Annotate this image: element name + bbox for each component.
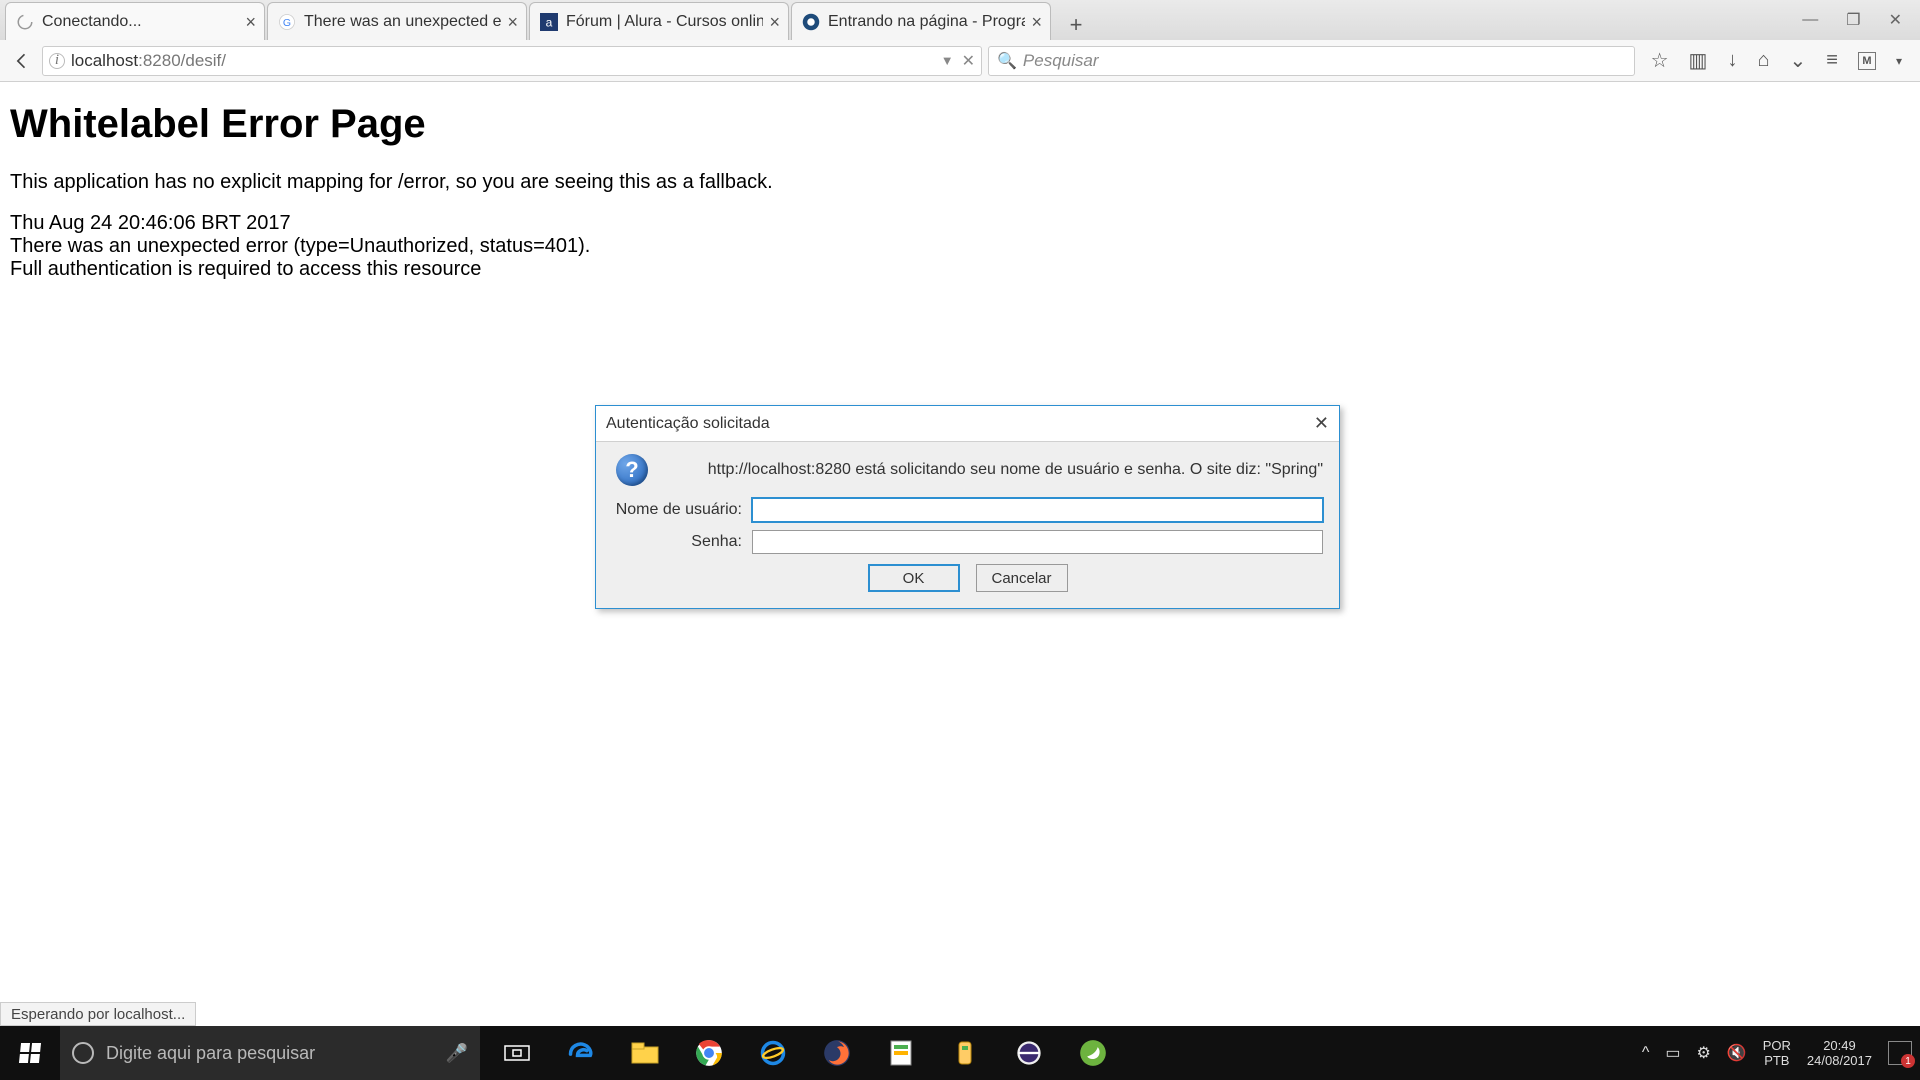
arrow-left-icon [12, 51, 32, 71]
maximize-icon[interactable]: ❐ [1846, 10, 1860, 30]
password-input[interactable] [752, 530, 1323, 554]
cancel-button[interactable]: Cancelar [976, 564, 1068, 592]
library-icon[interactable]: ▥ [1689, 48, 1708, 73]
chevron-down-icon[interactable]: ▾ [1896, 54, 1902, 68]
browser-tab[interactable]: G There was an unexpected err × [267, 2, 527, 40]
bookmark-star-icon[interactable]: ☆ [1651, 48, 1669, 73]
username-input[interactable] [752, 498, 1323, 522]
addon-m-icon[interactable]: M [1858, 52, 1876, 70]
ie-icon[interactable] [756, 1036, 790, 1070]
dialog-title: Autenticação solicitada [606, 415, 770, 433]
page-content: Whitelabel Error Page This application h… [0, 82, 1920, 291]
taskbar-search[interactable]: Digite aqui para pesquisar 🎤 [60, 1026, 480, 1080]
home-icon[interactable]: ⌂ [1757, 49, 1769, 72]
url-text: localhost:8280/desif/ [71, 51, 226, 71]
close-icon[interactable]: × [769, 13, 780, 31]
clear-icon[interactable]: ✕ [962, 51, 975, 71]
password-label: Senha: [612, 533, 742, 551]
taskbar-search-placeholder: Digite aqui para pesquisar [106, 1043, 315, 1064]
svg-text:a: a [546, 15, 553, 29]
info-icon[interactable]: i [49, 53, 65, 69]
search-box[interactable]: 🔍 Pesquisar [988, 46, 1635, 76]
wifi-icon[interactable]: ⚙ [1696, 1043, 1710, 1063]
browser-chrome: Conectando... × G There was an unexpecte… [0, 0, 1920, 82]
browser-tab[interactable]: a Fórum | Alura - Cursos online × [529, 2, 789, 40]
close-window-icon[interactable]: ✕ [1889, 10, 1902, 30]
search-placeholder: Pesquisar [1023, 51, 1099, 71]
auth-dialog: Autenticação solicitada ✕ ? http://local… [595, 405, 1340, 609]
tab-title: Entrando na página - Progra [828, 13, 1025, 31]
system-tray: ^ ▭ ⚙ 🔇 POR PTB 20:49 24/08/2017 [1634, 1026, 1920, 1080]
pocket-icon[interactable]: ⌄ [1790, 48, 1807, 73]
tab-strip: Conectando... × G There was an unexpecte… [0, 0, 1920, 40]
address-bar[interactable]: i localhost:8280/desif/ ▼ ✕ [42, 46, 982, 76]
firefox-icon[interactable] [820, 1036, 854, 1070]
error-line: There was an unexpected error (type=Unau… [10, 235, 1910, 258]
page-title: Whitelabel Error Page [10, 102, 1910, 147]
microphone-icon[interactable]: 🎤 [446, 1043, 468, 1064]
battery-icon[interactable]: ▭ [1665, 1043, 1680, 1063]
site-icon [802, 13, 820, 31]
windows-taskbar: Digite aqui para pesquisar 🎤 ^ ▭ ⚙ 🔇 POR… [0, 1026, 1920, 1080]
browser-tab[interactable]: Conectando... × [5, 2, 265, 40]
chrome-icon[interactable] [692, 1036, 726, 1070]
eclipse-icon[interactable] [1012, 1036, 1046, 1070]
fallback-message: This application has no explicit mapping… [10, 171, 1910, 194]
file-explorer-icon[interactable] [628, 1036, 662, 1070]
loading-icon [16, 13, 34, 31]
timestamp: Thu Aug 24 20:46:06 BRT 2017 [10, 212, 1910, 235]
close-icon[interactable]: × [245, 13, 256, 31]
edge-icon[interactable] [564, 1036, 598, 1070]
username-label: Nome de usuário: [612, 501, 742, 519]
dropdown-icon[interactable]: ▼ [941, 53, 954, 68]
question-icon: ? [616, 454, 648, 486]
auth-line: Full authentication is required to acces… [10, 258, 1910, 281]
google-icon: G [278, 13, 296, 31]
minimize-icon[interactable]: — [1802, 11, 1818, 29]
svg-text:G: G [283, 16, 291, 28]
new-tab-button[interactable]: + [1059, 10, 1093, 40]
spring-icon[interactable] [1076, 1036, 1110, 1070]
app-icon[interactable] [884, 1036, 918, 1070]
start-button[interactable] [0, 1026, 60, 1080]
dialog-titlebar: Autenticação solicitada ✕ [596, 406, 1339, 442]
dialog-body: ? http://localhost:8280 está solicitando… [596, 442, 1339, 608]
close-icon[interactable]: ✕ [1314, 413, 1329, 434]
close-icon[interactable]: × [507, 13, 518, 31]
close-icon[interactable]: × [1031, 13, 1042, 31]
ok-button[interactable]: OK [868, 564, 960, 592]
tab-title: Fórum | Alura - Cursos online [566, 13, 763, 31]
window-controls: — ❐ ✕ [1802, 0, 1920, 40]
toolbar-icons: ☆ ▥ ↓ ⌂ ⌄ ≡ M ▾ [1641, 48, 1912, 73]
notifications-icon[interactable] [1888, 1041, 1912, 1065]
back-button[interactable] [8, 47, 36, 75]
taskbar-apps [480, 1026, 1130, 1080]
tab-title: Conectando... [42, 13, 239, 31]
nav-bar: i localhost:8280/desif/ ▼ ✕ 🔍 Pesquisar … [0, 40, 1920, 82]
menu-icon[interactable]: ≡ [1826, 49, 1838, 72]
task-view-icon[interactable] [500, 1036, 534, 1070]
search-icon: 🔍 [997, 51, 1017, 71]
browser-tab[interactable]: Entrando na página - Progra × [791, 2, 1051, 40]
downloads-icon[interactable]: ↓ [1727, 49, 1737, 72]
language-indicator[interactable]: POR PTB [1763, 1038, 1791, 1068]
cortana-icon [72, 1042, 94, 1064]
windows-logo-icon [19, 1043, 41, 1063]
dialog-message: http://localhost:8280 está solicitando s… [666, 461, 1323, 479]
volume-mute-icon[interactable]: 🔇 [1727, 1043, 1747, 1063]
app-icon[interactable] [948, 1036, 982, 1070]
status-bar: Esperando por localhost... [0, 1002, 196, 1026]
clock[interactable]: 20:49 24/08/2017 [1807, 1038, 1872, 1068]
alura-icon: a [540, 13, 558, 31]
tab-title: There was an unexpected err [304, 13, 501, 31]
chevron-up-icon[interactable]: ^ [1642, 1044, 1650, 1062]
